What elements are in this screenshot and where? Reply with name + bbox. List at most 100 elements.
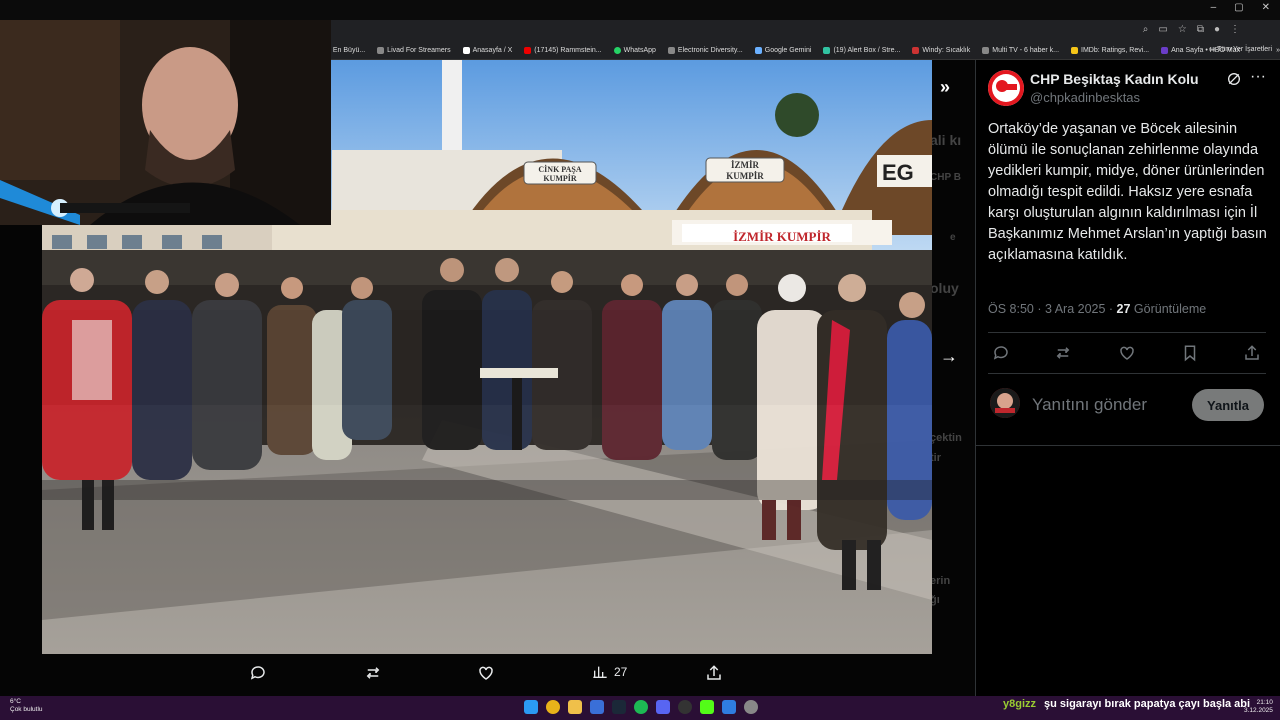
author-avatar[interactable] [988,70,1024,106]
views-count: 27 [614,665,628,679]
tv-icon [982,47,990,54]
webcam-overlay [0,20,331,225]
reply-icon [250,666,265,680]
sign-line: KUMPİR [726,171,764,181]
weather-desc: Çok bulutlu [10,706,43,713]
discord-icon[interactable] [656,700,670,714]
x-icon [462,47,470,54]
media-action-bar: 27 [42,660,932,692]
share-button[interactable] [705,664,723,682]
bookmark-item[interactable]: WhatsApp [613,47,656,54]
bookmark-item[interactable]: (19) Alert Box / Stre... [823,47,900,54]
chat-ticker: y8gizz şu sigarayı bırak papatya çayı baş… [1003,698,1250,710]
cast-icon[interactable]: ▭ [1158,24,1167,35]
sign-line: İZMİR [731,160,760,170]
collapse-panel-icon[interactable]: » [940,77,950,98]
heart-icon[interactable] [1118,344,1136,362]
window-controls[interactable]: – ▢ ✕ [1211,2,1270,13]
tweet-text: Ortaköy’de yaşanan ve Böcek ailesinin öl… [988,121,1267,263]
all-bookmarks-button[interactable]: ▭ Tüm Yer İşaretleri [1209,45,1272,53]
spotify-icon[interactable] [634,700,648,714]
bookmark-item[interactable]: Livad For Streamers [377,47,451,54]
zoom-icon[interactable]: ⌕ [1143,24,1149,35]
whatsapp-icon [613,47,621,54]
more-options-icon[interactable]: ··· [1250,68,1266,86]
retweet-icon [366,667,380,679]
kiosk-sign-izmir: İZMİR KUMPİR [726,160,764,181]
retweet-button[interactable] [363,664,383,682]
clock-date: 3.12.2025 [1244,707,1273,714]
app-icon[interactable] [744,700,758,714]
author-handle[interactable]: @chpkadinbesktas [1030,90,1140,105]
share-icon[interactable] [1243,344,1261,362]
streamlabs-icon [823,47,831,54]
sign-line: CİNK PAŞA [538,164,581,174]
weather-temp: 6°C [10,698,21,705]
kick-icon[interactable] [700,700,714,714]
app-icon[interactable] [722,700,736,714]
heart-icon [479,666,493,680]
bookmark-item[interactable]: Multi TV - 6 haber k... [982,47,1059,54]
reply-button[interactable] [249,664,267,682]
bookmark-item[interactable]: Anasayfa / X [462,47,512,54]
minimize-button[interactable]: – [1211,2,1217,13]
app-icon[interactable] [590,700,604,714]
gemini-icon [754,47,762,54]
folder-icon: ▭ [1208,46,1218,53]
reply-icon[interactable] [992,344,1010,362]
browser-toolbar: ⌕ ▭ ☆ ⧉ ● ⋮ [1143,24,1240,35]
tweet-timestamp[interactable]: ÖS 8:50 · 3 Ara 2025 · [988,302,1117,316]
bookmark-item[interactable]: Windy: Sıcaklık [912,47,970,54]
chrome-icon[interactable] [546,700,560,714]
bookmark-item[interactable]: IMDb: Ratings, Revi... [1071,47,1149,54]
like-button[interactable] [477,664,495,682]
system-clock[interactable]: 21:10 3.12.2025 [1244,699,1273,715]
youtube-icon [524,47,532,54]
bar-chart-icon [593,666,607,678]
windy-icon [912,47,920,54]
tweet-meta: ÖS 8:50 · 3 Ara 2025 · 27 Görüntüleme [988,302,1206,316]
user-avatar [990,388,1020,418]
bookmark-item[interactable]: (17145) Rammstein... [524,47,602,54]
reply-submit-button[interactable]: Yanıtla [1192,389,1264,421]
chat-message: şu sigarayı bırak papatya çayı başla abi [1044,698,1251,710]
bookmark-icon[interactable] [1181,344,1199,362]
reply-input[interactable]: Yanıtını gönder [1032,395,1147,415]
star-icon[interactable]: ☆ [1178,24,1187,35]
hbo-icon [1161,47,1169,54]
divider [975,445,1280,446]
extensions-icon[interactable]: ⧉ [1197,24,1204,35]
bookmark-item[interactable]: Electronic Diversity... [667,47,743,54]
sign-line: KUMPİR [543,173,577,183]
clock-time: 21:10 [1256,699,1273,706]
kiosk-banner-izmir: İZMİR KUMPİR [733,229,831,244]
author-name[interactable]: CHP Beşiktaş Kadın Kolu [1030,71,1199,87]
view-label: Görüntüleme [1130,302,1207,316]
menu-icon[interactable]: ⋮ [1230,24,1240,35]
steam-icon[interactable] [612,700,626,714]
taskbar-apps [524,700,758,714]
maximize-button[interactable]: ▢ [1234,2,1243,13]
livad-icon [377,47,385,54]
profile-icon[interactable]: ● [1214,24,1220,35]
views-button[interactable]: 27 [592,664,627,680]
bookmark-item[interactable]: Google Gemini [754,47,811,54]
obs-icon[interactable] [678,700,692,714]
window-titlebar: – ▢ ✕ [0,0,1280,20]
kiosk-sign-cink-pasa: CİNK PAŞA KUMPİR [538,164,581,183]
more-bookmarks-button[interactable]: » [1276,47,1280,54]
view-count: 27 [1116,302,1131,316]
background-tweet-ghost-text: ali kı CHP B e oluy çektin tir erin ğı [930,132,962,606]
grok-icon[interactable] [1226,71,1242,92]
bookmark-icon [667,47,675,54]
folder-icon[interactable] [568,700,582,714]
windows-start-icon[interactable] [524,700,538,714]
next-image-icon[interactable]: → [940,346,958,367]
share-icon [707,665,721,680]
chat-user: y8gizz [1003,698,1037,710]
kiosk-sign-eg: EG [882,160,914,185]
imdb-icon [1071,47,1079,54]
weather-widget[interactable]: 6°C Çok bulutlu [10,698,43,714]
close-button[interactable]: ✕ [1262,2,1270,13]
retweet-icon[interactable] [1054,344,1072,362]
